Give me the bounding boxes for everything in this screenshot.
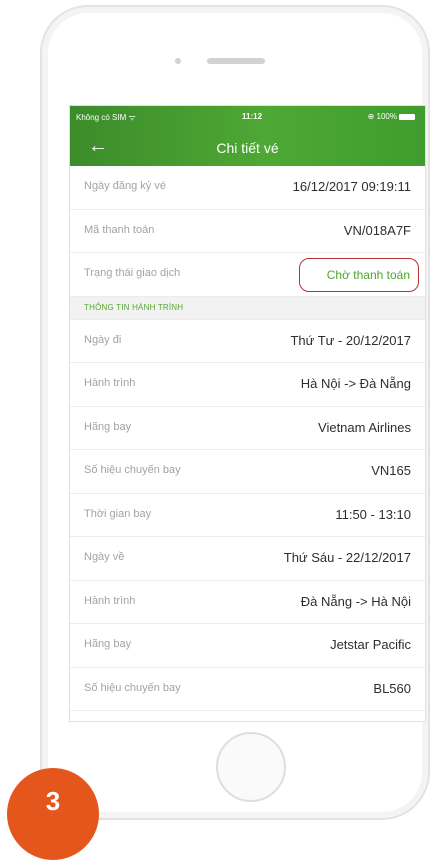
row-value: Đà Nẵng -> Hà Nội (300, 593, 411, 609)
row-value: VN/018A7F (343, 222, 411, 238)
row-value: VN165 (371, 463, 411, 478)
row-value: 16/12/2017 09:19:11 (292, 179, 411, 194)
row-label: Số hiệu chuyến bay (84, 681, 181, 694)
itinerary-row-return-route: Hành trình Đà Nẵng -> Hà Nội (70, 581, 425, 624)
row-label: Hành trình (84, 377, 136, 389)
row-value: Thứ Sáu - 22/12/2017 (283, 550, 411, 565)
itinerary-row-outbound-flight-number: Số hiệu chuyến bay VN165 (70, 450, 425, 494)
row-value: Jetstar Pacific (330, 637, 411, 652)
earpiece-speaker (207, 58, 265, 64)
nav-bar: ← Chi tiết vé (70, 126, 425, 166)
itinerary-row-return-airline: Hãng bay Jetstar Pacific (70, 624, 425, 668)
row-value: Vietnam Airlines (318, 419, 411, 435)
row-label: Ngày đi (84, 333, 122, 346)
itinerary-row-outbound-airline: Hãng bay Vietnam Airlines (70, 407, 425, 450)
battery-icon (399, 113, 415, 120)
step-number: 3 (45, 786, 61, 816)
detail-row-transaction-status: Trạng thái giao dịch Chờ thanh toán (70, 253, 425, 297)
step-number-badge: 3 (7, 768, 99, 860)
row-label: Trạng thái giao dịch (84, 267, 181, 279)
row-label: Hãng bay (84, 638, 132, 650)
row-value: BL560 (373, 680, 411, 696)
row-label: Thời gian bay (84, 507, 152, 520)
detail-row-registration-date: Ngày đăng ký vé 16/12/2017 09:19:11 (70, 166, 425, 210)
row-label: Ngày đăng ký vé (84, 180, 166, 192)
clock: 11:12 (242, 112, 263, 121)
row-label: Hãng bay (84, 420, 132, 433)
row-value: 11:50 - 13:10 (335, 506, 411, 522)
itinerary-row-return-date: Ngày về Thứ Sáu - 22/12/2017 (70, 537, 425, 581)
home-button[interactable] (216, 732, 286, 802)
battery-indicator: ⊕ 100% (368, 112, 415, 121)
row-label: Mã thanh toán (84, 223, 155, 236)
row-label: Số hiệu chuyến bay (84, 464, 181, 476)
row-label: Hành trình (84, 594, 136, 607)
row-label: Ngày về (84, 551, 125, 563)
status-bar: Không có SIM ᯤ 11:12 ⊕ 100% (70, 106, 425, 126)
itinerary-row-flight-time: Thời gian bay 11:50 - 13:10 (70, 494, 425, 537)
row-value: Hà Nội -> Đà Nẵng (300, 376, 411, 391)
section-header-itinerary: THÔNG TIN HÀNH TRÌNH (70, 296, 425, 320)
itinerary-row-outbound-route: Hành trình Hà Nội -> Đà Nẵng (70, 363, 425, 407)
front-camera (175, 58, 181, 64)
status-badge: Chờ thanh toán (326, 268, 410, 282)
itinerary-row-return-flight-number: Số hiệu chuyến bay BL560 (70, 668, 425, 711)
carrier-label: Không có SIM ᯤ (76, 113, 136, 122)
battery-label: ⊕ 100% (367, 112, 397, 121)
row-value: Thứ Tư - 20/12/2017 (290, 332, 411, 348)
status-highlight-outline: Chờ thanh toán (299, 258, 419, 292)
page-title: Chi tiết vé (216, 140, 279, 156)
app-screen: Không có SIM ᯤ 11:12 ⊕ 100% ← Chi tiết v… (70, 106, 425, 721)
app-header: Không có SIM ᯤ 11:12 ⊕ 100% ← Chi tiết v… (70, 106, 425, 166)
section-title: THÔNG TIN HÀNH TRÌNH (84, 302, 184, 312)
itinerary-row-departure-date: Ngày đi Thứ Tư - 20/12/2017 (70, 320, 425, 363)
detail-row-payment-code: Mã thanh toán VN/018A7F (70, 210, 425, 253)
